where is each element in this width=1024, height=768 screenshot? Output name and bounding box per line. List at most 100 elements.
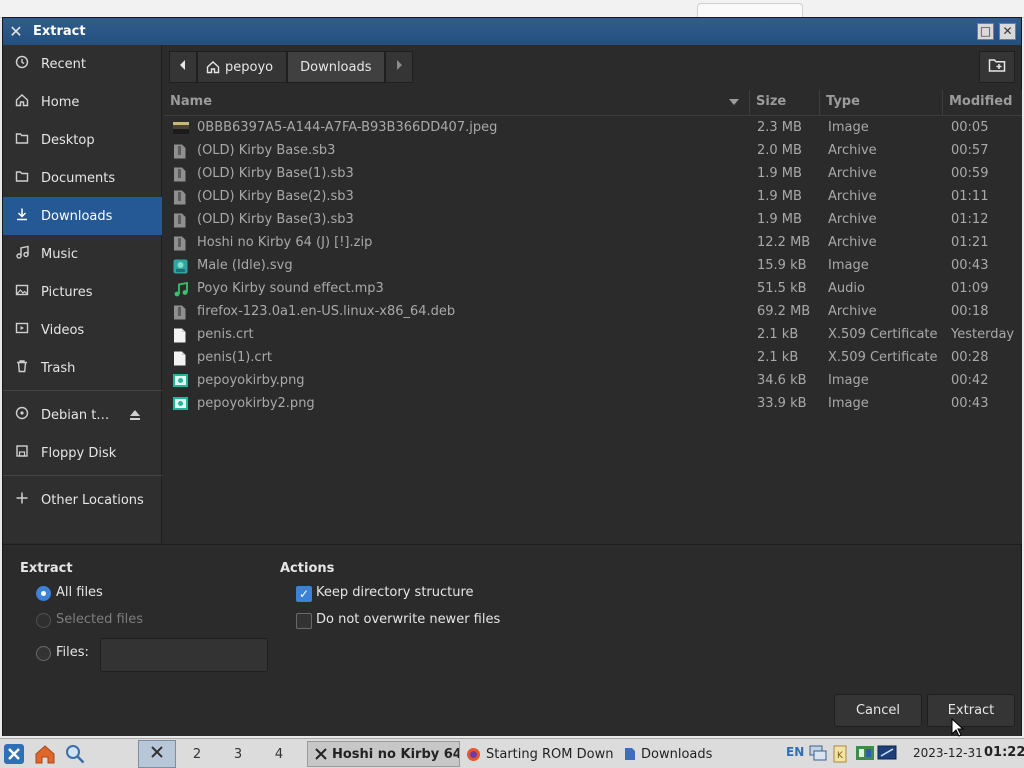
- path-home-label: pepoyo: [225, 59, 274, 75]
- sidebar-item-pictures[interactable]: Pictures: [3, 273, 162, 311]
- archive-icon: [173, 236, 187, 251]
- sidebar-item-recent[interactable]: Recent: [3, 45, 162, 83]
- dialog-title: Extract: [33, 24, 86, 39]
- path-current-button[interactable]: Downloads: [287, 51, 385, 83]
- file-row[interactable]: (OLD) Kirby Base(2).sb3 1.9 MB Archive 0…: [164, 186, 1022, 209]
- x-app-icon: [149, 744, 165, 764]
- file-row[interactable]: 0BBB6397A5-A144-A7FA-B93B366DD407.jpeg 2…: [164, 117, 1022, 140]
- sidebar-item-other-locations[interactable]: Other Locations: [3, 481, 162, 519]
- actions-section-title: Actions: [280, 561, 335, 576]
- file-size: 34.6 kB: [757, 373, 807, 388]
- file-modified: 00:18: [951, 304, 989, 319]
- taskbar: 2 3 4 Hoshi no Kirby 64 Starting ROM Dow…: [0, 738, 1024, 768]
- eject-icon[interactable]: [128, 408, 142, 422]
- file-row[interactable]: firefox-123.0a1.en-US.linux-x86_64.deb 6…: [164, 301, 1022, 324]
- path-forward-button[interactable]: [384, 51, 413, 83]
- sidebar-item-floppy-disk[interactable]: Floppy Disk: [3, 434, 162, 472]
- file-name: penis(1).crt: [197, 350, 273, 365]
- sidebar-item-music[interactable]: Music: [3, 235, 162, 273]
- workspace-1[interactable]: [138, 740, 176, 768]
- task-label: Downloads: [641, 746, 713, 762]
- picture-icon: [3, 283, 41, 301]
- sidebar-item-home[interactable]: Home: [3, 83, 162, 121]
- sidebar-item-trash[interactable]: Trash: [3, 349, 162, 387]
- file-size: 1.9 MB: [757, 189, 802, 204]
- home-icon: [3, 93, 41, 111]
- file-row[interactable]: pepoyokirby.png 34.6 kB Image 00:42: [164, 370, 1022, 393]
- task-downloads[interactable]: Downloads: [620, 741, 730, 767]
- extract-button[interactable]: Extract: [927, 694, 1015, 727]
- task-firefox[interactable]: Starting ROM Down: [462, 741, 617, 767]
- file-row[interactable]: (OLD) Kirby Base(1).sb3 1.9 MB Archive 0…: [164, 163, 1022, 186]
- column-header-type[interactable]: Type: [826, 94, 860, 109]
- file-row[interactable]: pepoyokirby2.png 33.9 kB Image 00:43: [164, 393, 1022, 416]
- clipboard-icon[interactable]: K: [832, 743, 854, 765]
- workspace-4[interactable]: 4: [260, 740, 298, 768]
- file-modified: 00:43: [951, 258, 989, 273]
- all-files-radio[interactable]: [36, 586, 51, 601]
- file-type: Archive: [828, 189, 877, 204]
- sidebar-item-label: Other Locations: [41, 492, 144, 508]
- column-divider: [942, 90, 943, 116]
- file-row[interactable]: penis.crt 2.1 kB X.509 Certificate Yeste…: [164, 324, 1022, 347]
- file-row[interactable]: Poyo Kirby sound effect.mp3 51.5 kB Audi…: [164, 278, 1022, 301]
- file-size: 51.5 kB: [757, 281, 807, 296]
- file-row[interactable]: Male (Idle).svg 15.9 kB Image 00:43: [164, 255, 1022, 278]
- keep-structure-checkbox[interactable]: ✓: [296, 586, 312, 602]
- background-tab: [697, 3, 803, 18]
- file-row[interactable]: penis(1).crt 2.1 kB X.509 Certificate 00…: [164, 347, 1022, 370]
- keyboard-layout-indicator[interactable]: EN: [786, 745, 804, 759]
- column-header-name[interactable]: Name: [170, 94, 212, 109]
- clock-date: 2023-12-31: [913, 746, 983, 760]
- selected-files-radio: [36, 613, 51, 628]
- search-icon[interactable]: [64, 743, 86, 765]
- file-row[interactable]: Hoshi no Kirby 64 (J) [!].zip 12.2 MB Ar…: [164, 232, 1022, 255]
- no-overwrite-label[interactable]: Do not overwrite newer files: [316, 612, 500, 627]
- workspace-3[interactable]: 3: [219, 740, 257, 768]
- clock-time[interactable]: 01:22: [984, 745, 1024, 760]
- sidebar-item-videos[interactable]: Videos: [3, 311, 162, 349]
- new-folder-button[interactable]: [979, 51, 1015, 83]
- sidebar-item-desktop[interactable]: Desktop: [3, 121, 162, 159]
- all-files-label[interactable]: All files: [56, 585, 103, 600]
- file-type: Image: [828, 396, 869, 411]
- maximize-button[interactable]: □: [977, 23, 994, 40]
- path-home-button[interactable]: pepoyo: [197, 51, 288, 83]
- sidebar-item-downloads[interactable]: Downloads: [3, 197, 162, 235]
- home-folder-icon[interactable]: [34, 743, 56, 765]
- file-type: Image: [828, 120, 869, 135]
- sidebar-item-debian-disk[interactable]: Debian t…: [3, 396, 162, 434]
- places-sidebar: Recent Home Desktop Documents Downloads: [3, 45, 162, 543]
- path-back-button[interactable]: [169, 51, 197, 83]
- column-header-modified[interactable]: Modified: [949, 94, 1012, 109]
- sidebar-item-documents[interactable]: Documents: [3, 159, 162, 197]
- close-button[interactable]: ✕: [999, 23, 1016, 40]
- workspace-2[interactable]: 2: [178, 740, 216, 768]
- keep-structure-label[interactable]: Keep directory structure: [316, 585, 474, 600]
- sidebar-item-label: Trash: [41, 360, 76, 376]
- certificate-icon: [173, 351, 187, 366]
- cancel-button[interactable]: Cancel: [834, 694, 922, 727]
- music-icon: [3, 245, 41, 263]
- task-hoshi-no-kirby[interactable]: Hoshi no Kirby 64: [307, 741, 460, 767]
- file-modified: 00:42: [951, 373, 989, 388]
- file-row[interactable]: (OLD) Kirby Base.sb3 2.0 MB Archive 00:5…: [164, 140, 1022, 163]
- no-overwrite-checkbox[interactable]: [296, 613, 312, 629]
- start-menu-icon[interactable]: [3, 743, 25, 765]
- list-header: Name Size Type Modified: [164, 90, 1022, 116]
- file-modified: 01:11: [951, 189, 989, 204]
- home-icon: [206, 60, 220, 74]
- file-size: 33.9 kB: [757, 396, 807, 411]
- column-header-size[interactable]: Size: [756, 94, 786, 109]
- title-bar[interactable]: ✕ Extract □ ✕: [3, 18, 1021, 45]
- files-pattern-label[interactable]: Files:: [56, 645, 89, 660]
- files-pattern-input[interactable]: [100, 638, 268, 672]
- mouse-cursor-icon: [951, 717, 965, 738]
- file-manager-icon: [624, 747, 636, 761]
- update-notifier-icon[interactable]: [855, 743, 877, 765]
- display-icon[interactable]: [877, 743, 899, 765]
- file-row[interactable]: (OLD) Kirby Base(3).sb3 1.9 MB Archive 0…: [164, 209, 1022, 232]
- certificate-icon: [173, 328, 187, 343]
- network-icon[interactable]: [808, 743, 830, 765]
- files-pattern-radio[interactable]: [36, 646, 51, 661]
